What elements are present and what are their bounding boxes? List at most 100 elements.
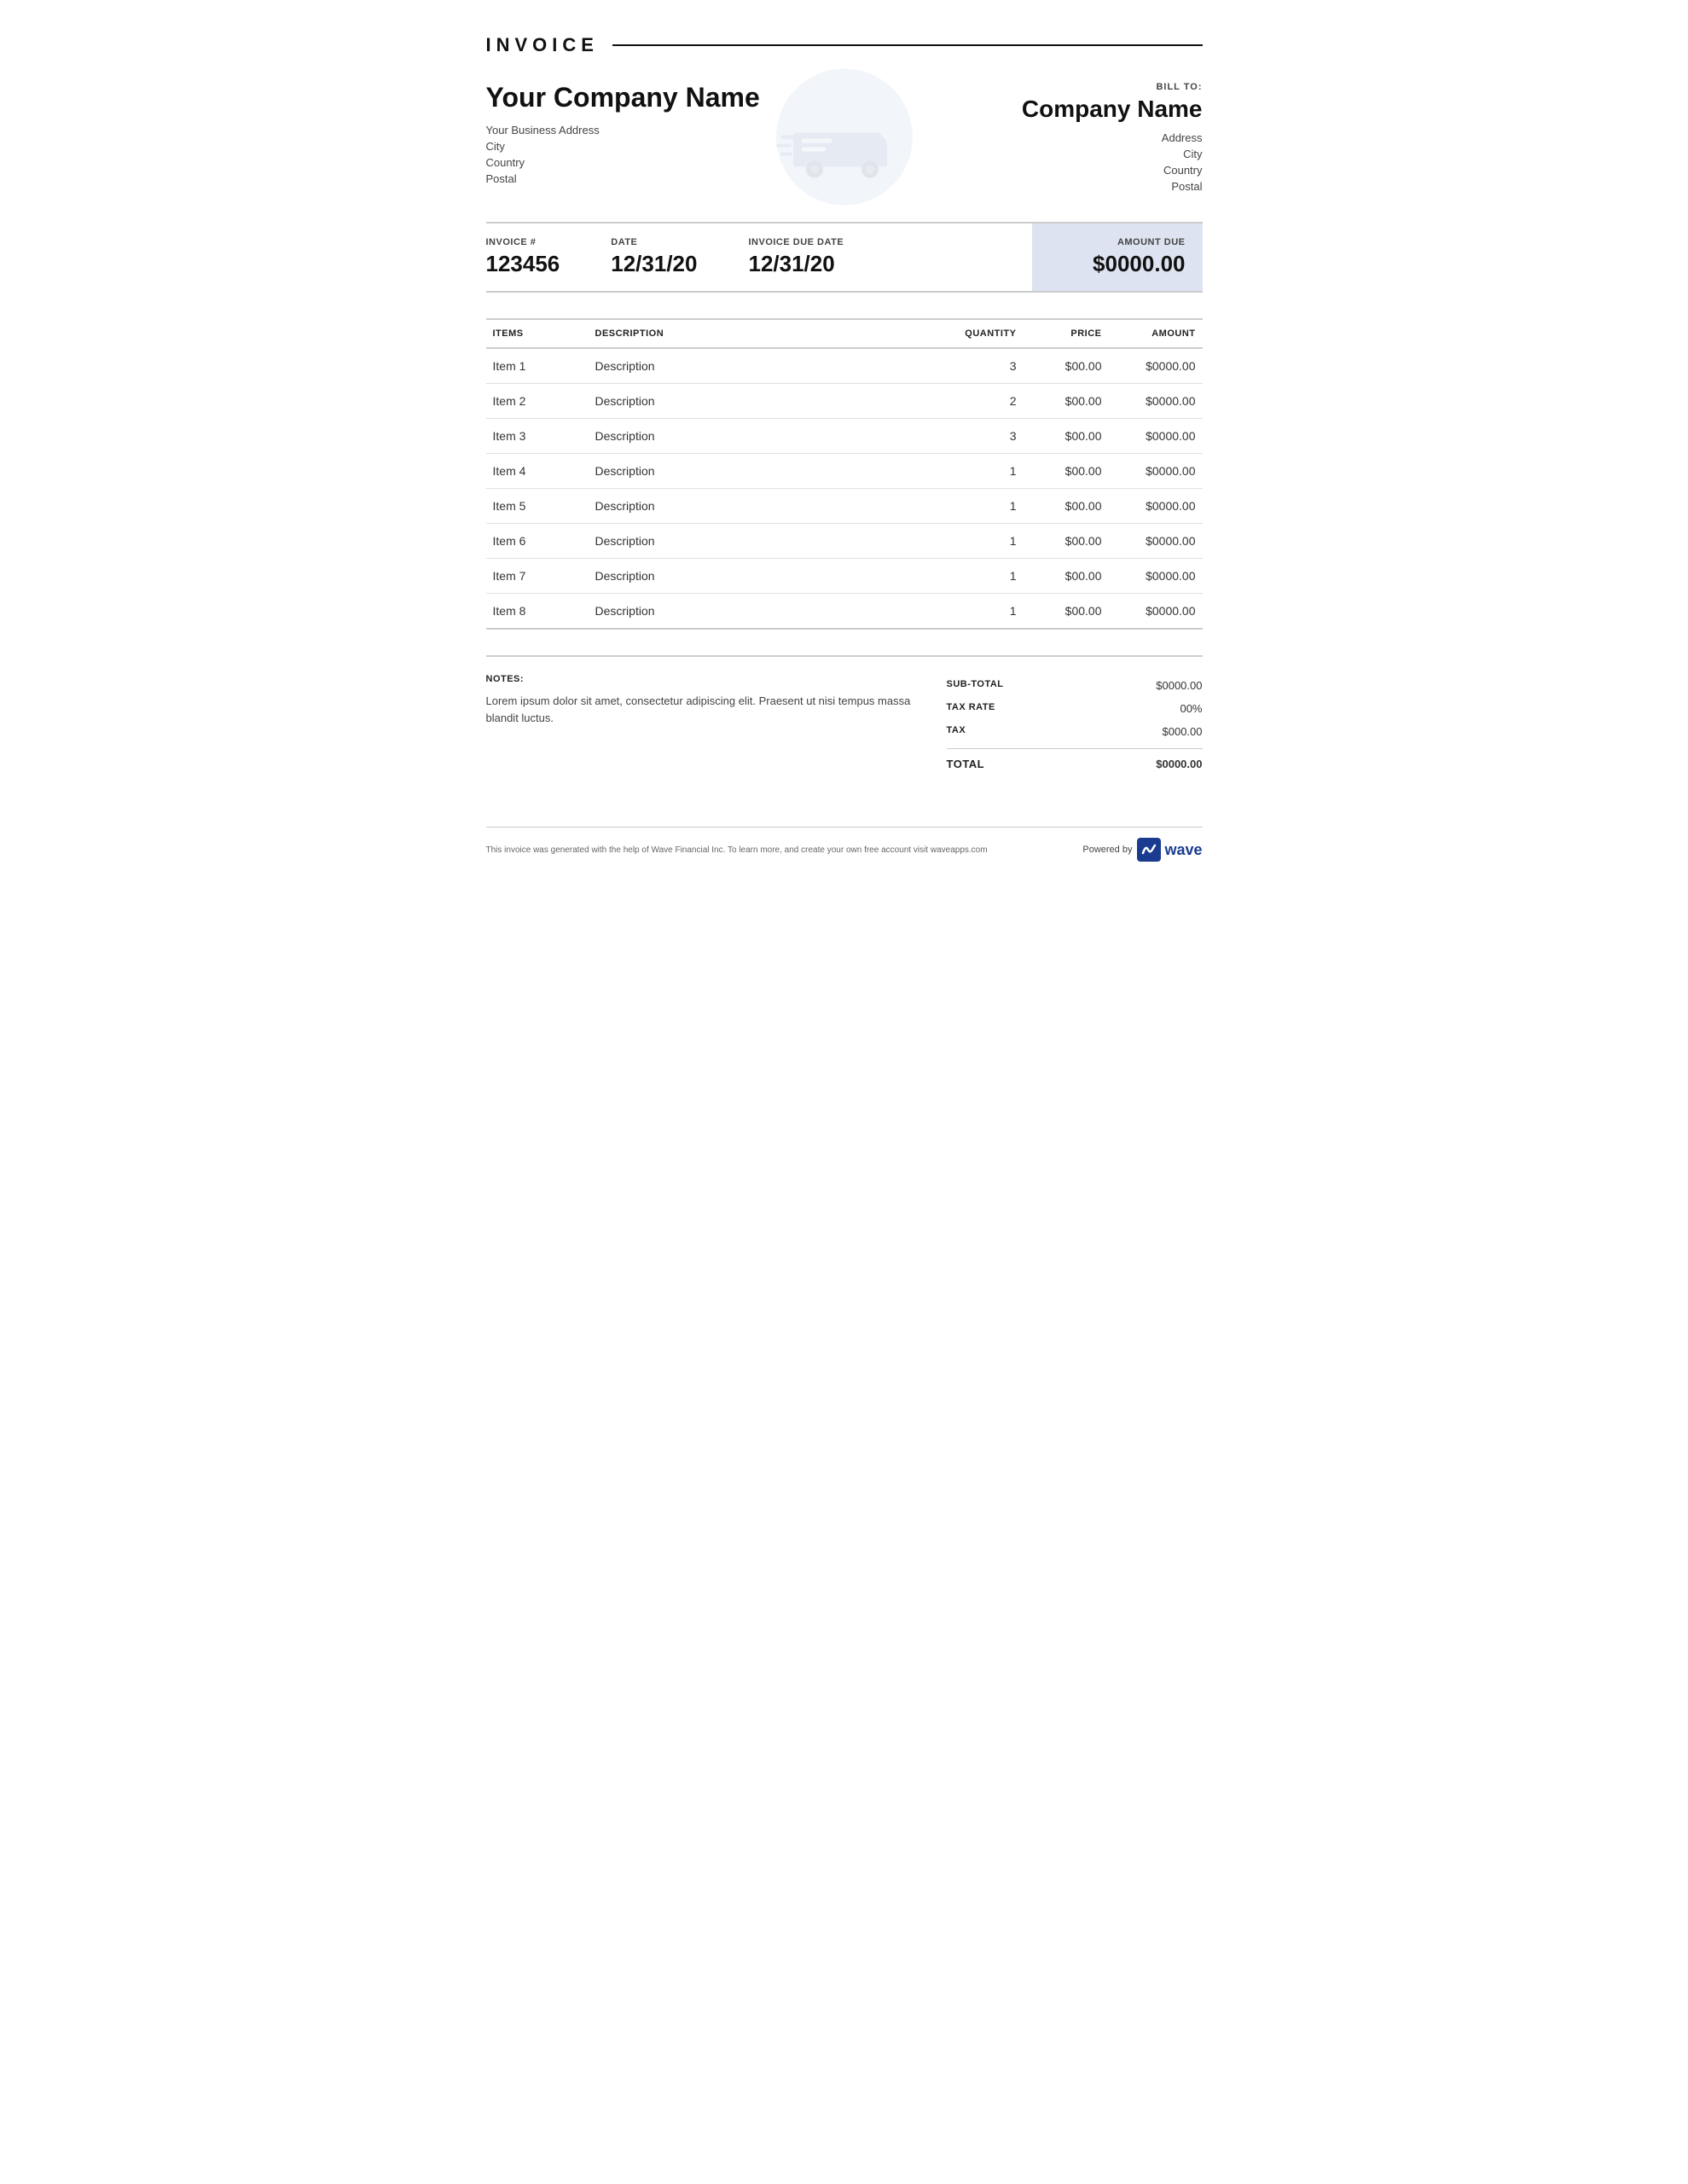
item-price: $00.00 (1024, 419, 1109, 454)
invoice-number-label: INVOICE # (486, 237, 560, 247)
amount-due-label: AMOUNT DUE (1049, 237, 1186, 247)
table-row: Item 5 Description 1 $00.00 $0000.00 (486, 489, 1203, 524)
subtotal-label: SUB-TOTAL (947, 679, 1004, 692)
item-quantity: 3 (938, 419, 1024, 454)
item-price: $00.00 (1024, 454, 1109, 489)
table-row: Item 1 Description 3 $00.00 $0000.00 (486, 348, 1203, 384)
item-price: $00.00 (1024, 489, 1109, 524)
notes-block: NOTES: Lorem ipsum dolor sit amet, conse… (486, 674, 913, 775)
item-name: Item 3 (486, 419, 589, 454)
company-postal: Postal (486, 172, 844, 185)
bill-to-city: City (844, 148, 1203, 160)
notes-label: NOTES: (486, 674, 913, 684)
table-row: Item 7 Description 1 $00.00 $0000.00 (486, 559, 1203, 594)
item-quantity: 1 (938, 524, 1024, 559)
table-row: Item 8 Description 1 $00.00 $0000.00 (486, 594, 1203, 630)
invoice-number-value: 123456 (486, 251, 560, 277)
item-description: Description (589, 559, 938, 594)
tax-row: TAX $000.00 (947, 720, 1203, 743)
company-left: Your Company Name Your Business Address … (486, 82, 844, 189)
item-price: $00.00 (1024, 384, 1109, 419)
subtotal-row: SUB-TOTAL $0000.00 (947, 674, 1203, 697)
item-amount: $0000.00 (1109, 559, 1203, 594)
item-amount: $0000.00 (1109, 594, 1203, 630)
notes-text: Lorem ipsum dolor sit amet, consectetur … (486, 693, 913, 726)
subtotal-value: $0000.00 (1156, 679, 1202, 692)
bill-to-postal: Postal (844, 180, 1203, 193)
item-amount: $0000.00 (1109, 454, 1203, 489)
item-description: Description (589, 489, 938, 524)
company-country: Country (486, 156, 844, 169)
item-name: Item 8 (486, 594, 589, 630)
bill-to-block: BILL TO: Company Name Address City Count… (844, 82, 1203, 196)
tax-label: TAX (947, 725, 966, 738)
invoice-header: INVOICE (486, 34, 1203, 56)
company-section: Your Company Name Your Business Address … (486, 82, 1203, 196)
col-price-header: PRICE (1024, 319, 1109, 348)
item-name: Item 4 (486, 454, 589, 489)
bill-to-label: BILL TO: (844, 82, 1203, 92)
due-date-label: INVOICE DUE DATE (748, 237, 844, 247)
tax-value: $000.00 (1163, 725, 1203, 738)
item-name: Item 6 (486, 524, 589, 559)
company-name: Your Company Name (486, 82, 844, 113)
total-label: TOTAL (947, 758, 985, 770)
bill-to-address: Address (844, 131, 1203, 144)
company-city: City (486, 140, 844, 153)
total-row: TOTAL $0000.00 (947, 748, 1203, 775)
total-value: $0000.00 (1156, 758, 1202, 770)
item-amount: $0000.00 (1109, 384, 1203, 419)
item-quantity: 1 (938, 594, 1024, 630)
col-items-header: ITEMS (486, 319, 589, 348)
footer-note: This invoice was generated with the help… (486, 845, 988, 855)
item-price: $00.00 (1024, 594, 1109, 630)
item-price: $00.00 (1024, 348, 1109, 384)
amount-due-value: $0000.00 (1049, 251, 1186, 277)
item-quantity: 2 (938, 384, 1024, 419)
page-footer: This invoice was generated with the help… (486, 827, 1203, 862)
col-amount-header: AMOUNT (1109, 319, 1203, 348)
totals-block: SUB-TOTAL $0000.00 TAX RATE 00% TAX $000… (947, 674, 1203, 775)
due-date-value: 12/31/20 (748, 251, 844, 277)
invoice-meta-left: INVOICE # 123456 DATE 12/31/20 INVOICE D… (486, 224, 1032, 291)
item-name: Item 5 (486, 489, 589, 524)
date-block: DATE 12/31/20 (611, 237, 697, 277)
tax-rate-row: TAX RATE 00% (947, 697, 1203, 720)
powered-by: Powered by wave (1082, 838, 1202, 862)
amount-due-block: AMOUNT DUE $0000.00 (1032, 224, 1203, 291)
date-value: 12/31/20 (611, 251, 697, 277)
bill-to-name: Company Name (844, 96, 1203, 123)
footer-section: NOTES: Lorem ipsum dolor sit amet, conse… (486, 655, 1203, 775)
company-address: Your Business Address (486, 124, 844, 136)
header-line (612, 44, 1203, 46)
item-name: Item 2 (486, 384, 589, 419)
item-amount: $0000.00 (1109, 348, 1203, 384)
item-amount: $0000.00 (1109, 419, 1203, 454)
tax-rate-value: 00% (1180, 702, 1202, 715)
item-description: Description (589, 348, 938, 384)
item-quantity: 1 (938, 454, 1024, 489)
date-label: DATE (611, 237, 697, 247)
item-description: Description (589, 454, 938, 489)
item-amount: $0000.00 (1109, 524, 1203, 559)
col-quantity-header: QUANTITY (938, 319, 1024, 348)
col-description-header: DESCRIPTION (589, 319, 938, 348)
bill-to-country: Country (844, 164, 1203, 177)
item-quantity: 1 (938, 489, 1024, 524)
item-amount: $0000.00 (1109, 489, 1203, 524)
table-row: Item 6 Description 1 $00.00 $0000.00 (486, 524, 1203, 559)
wave-logo: wave (1137, 838, 1202, 862)
table-row: Item 4 Description 1 $00.00 $0000.00 (486, 454, 1203, 489)
item-price: $00.00 (1024, 559, 1109, 594)
table-row: Item 2 Description 2 $00.00 $0000.00 (486, 384, 1203, 419)
invoice-title: INVOICE (486, 34, 599, 56)
item-description: Description (589, 419, 938, 454)
item-price: $00.00 (1024, 524, 1109, 559)
item-quantity: 3 (938, 348, 1024, 384)
invoice-meta-section: INVOICE # 123456 DATE 12/31/20 INVOICE D… (486, 222, 1203, 293)
item-description: Description (589, 524, 938, 559)
item-name: Item 1 (486, 348, 589, 384)
items-table: ITEMS DESCRIPTION QUANTITY PRICE AMOUNT … (486, 318, 1203, 630)
item-quantity: 1 (938, 559, 1024, 594)
item-description: Description (589, 594, 938, 630)
